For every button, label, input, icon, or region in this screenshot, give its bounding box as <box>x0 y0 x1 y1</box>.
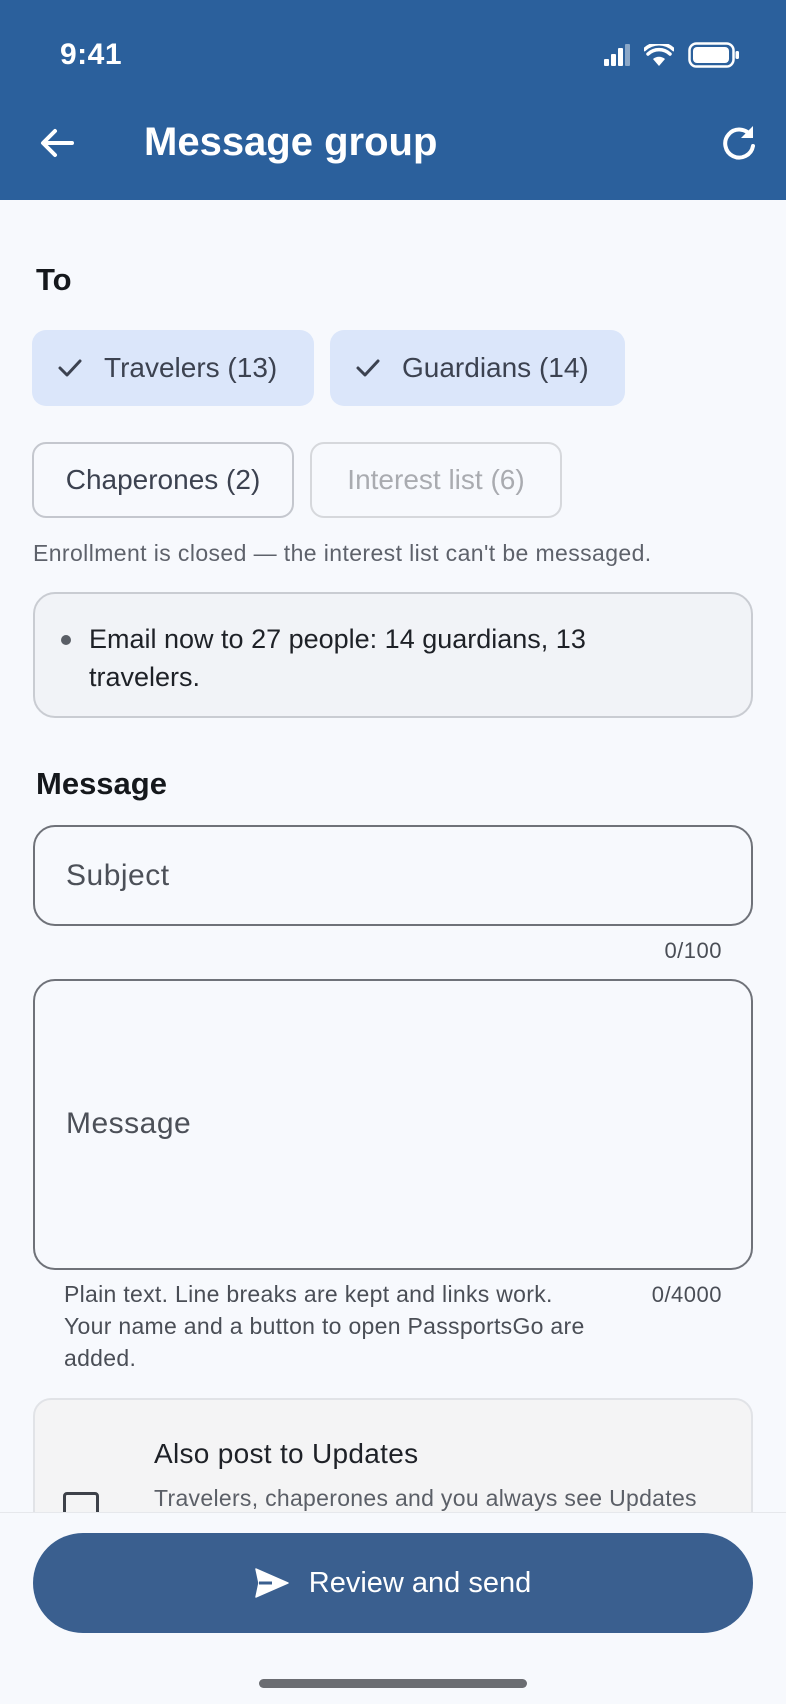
summary-text: Email now to 27 people: 14 guardians, 13… <box>89 624 586 692</box>
chip-label: Travelers (13) <box>104 352 278 383</box>
refresh-button[interactable] <box>718 122 760 164</box>
chip-label: Guardians (14) <box>402 352 589 383</box>
chip-label: Chaperones (2) <box>65 464 261 495</box>
chip-travelers[interactable]: Travelers (13) <box>32 330 314 406</box>
signal-icon <box>604 44 630 66</box>
check-icon <box>58 359 82 377</box>
message-body-field[interactable]: Message <box>33 979 753 1270</box>
message-help-text: Plain text. Line breaks are kept and lin… <box>64 1281 585 1371</box>
send-icon <box>255 1568 289 1598</box>
message-counter: 0/4000 <box>651 1282 722 1307</box>
recipient-summary: Email now to 27 people: 14 guardians, 13… <box>33 592 753 718</box>
subject-field[interactable]: Subject <box>33 825 753 926</box>
subject-placeholder: Subject <box>66 859 170 892</box>
to-label: To <box>36 262 72 297</box>
chip-label: Interest list (6) <box>347 464 525 495</box>
review-and-send-button[interactable]: Review and send <box>33 1533 753 1633</box>
wifi-icon <box>644 44 674 66</box>
enrollment-helper-text: Enrollment is closed — the interest list… <box>33 540 652 566</box>
app-bar: 9:41 Message group <box>0 0 786 200</box>
message-label: Message <box>36 766 167 801</box>
arrow-left-icon <box>41 129 74 157</box>
back-button[interactable] <box>36 122 78 164</box>
refresh-icon <box>723 126 755 160</box>
status-time: 9:41 <box>60 38 123 71</box>
chip-chaperones[interactable]: Chaperones (2) <box>32 442 294 518</box>
page-title: Message group <box>144 120 438 164</box>
send-button-label: Review and send <box>308 1566 532 1599</box>
message-placeholder: Message <box>66 1107 192 1140</box>
post-to-updates-title: Also post to Updates <box>154 1438 419 1469</box>
check-icon <box>356 359 380 377</box>
battery-icon <box>688 42 739 68</box>
chip-interest-list: Interest list (6) <box>310 442 562 518</box>
bullet-icon <box>61 635 71 645</box>
chip-guardians[interactable]: Guardians (14) <box>330 330 625 406</box>
status-icons <box>604 40 740 70</box>
home-indicator <box>259 1679 527 1688</box>
subject-counter: 0/100 <box>664 938 722 963</box>
